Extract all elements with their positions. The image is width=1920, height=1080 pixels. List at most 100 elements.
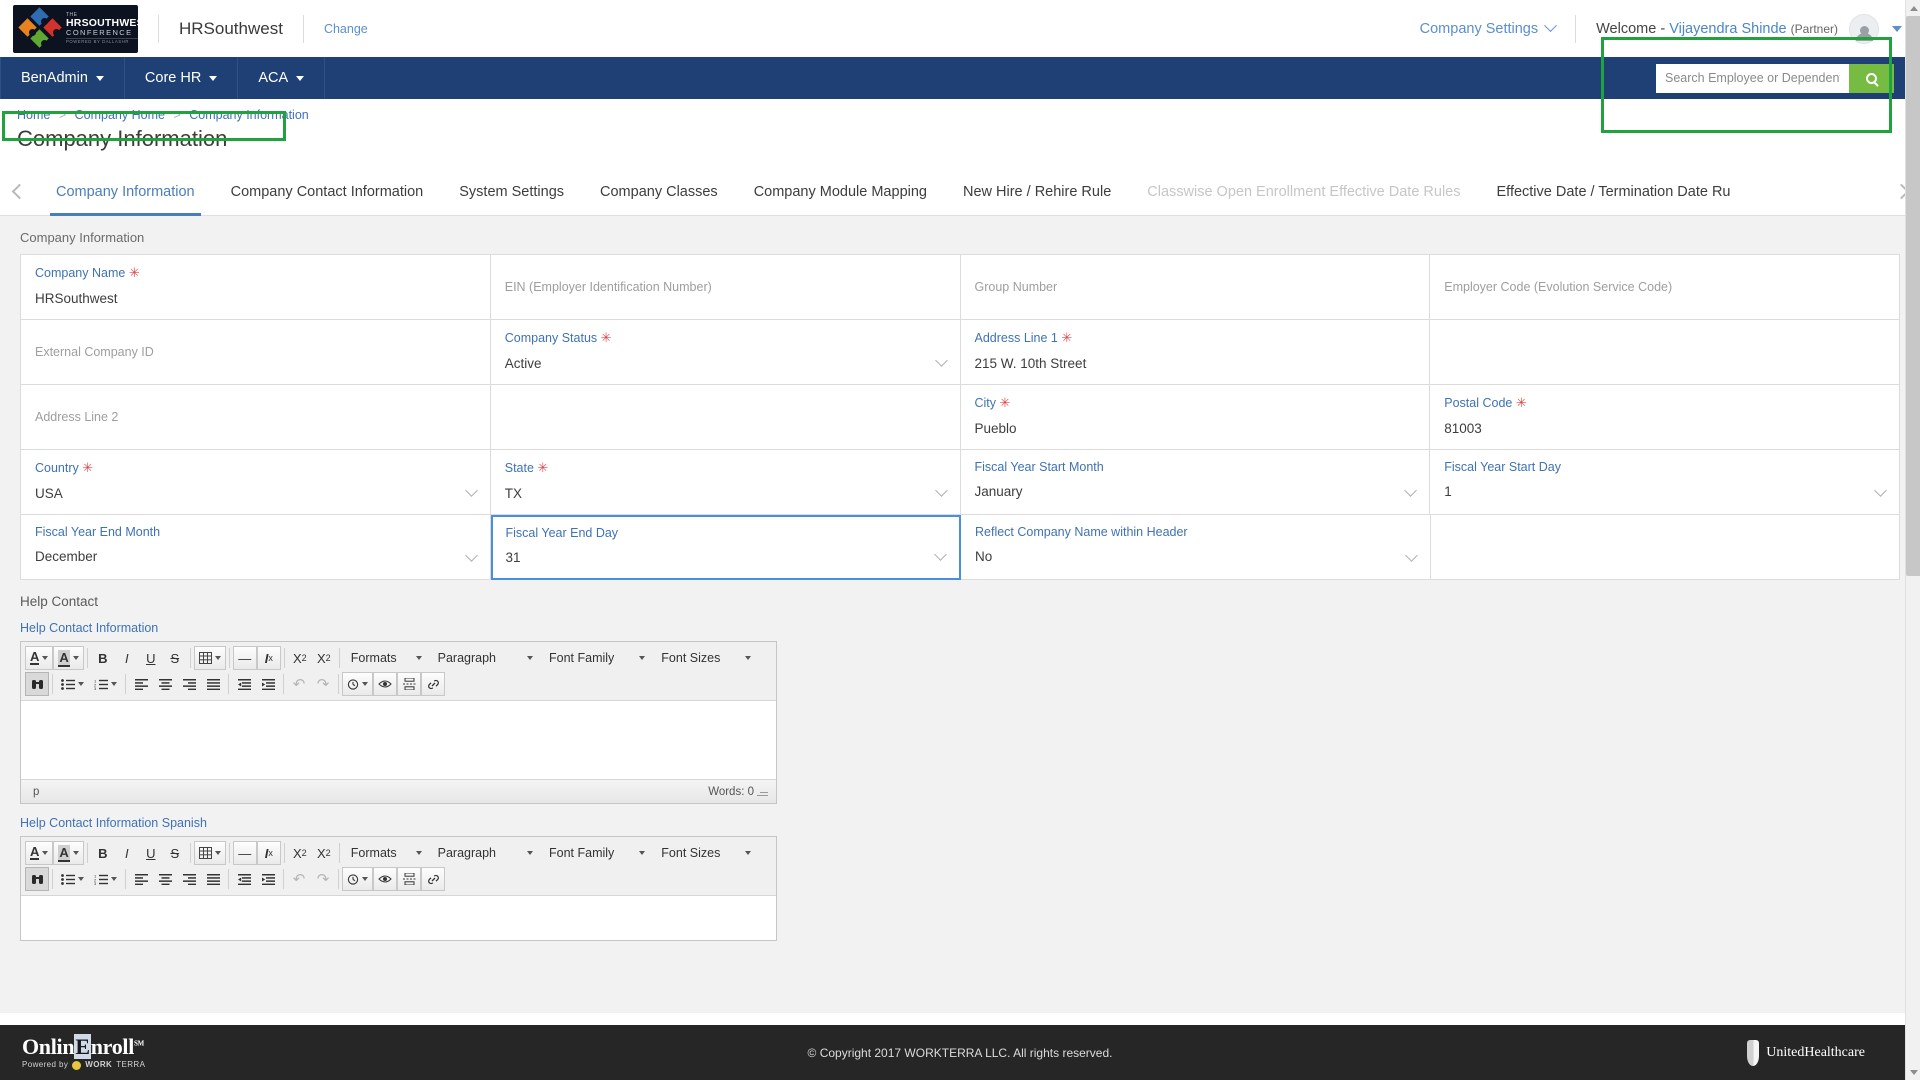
field-fiscal-year-start-day[interactable]: Fiscal Year Start Day 1 bbox=[1430, 450, 1899, 515]
indent-icon[interactable] bbox=[256, 867, 280, 891]
font-family-dropdown[interactable]: Font Family bbox=[541, 646, 653, 670]
field-company-name[interactable]: Company Name ✳ HRSouthwest bbox=[21, 255, 491, 320]
insert-datetime-icon[interactable] bbox=[342, 867, 373, 891]
breadcrumb-item-company-information[interactable]: Company Information bbox=[189, 108, 309, 122]
preview-icon[interactable] bbox=[373, 672, 397, 696]
search-input[interactable] bbox=[1656, 63, 1849, 93]
italic-icon[interactable]: I bbox=[115, 841, 139, 865]
scroll-down-arrow-icon[interactable] bbox=[1906, 1064, 1920, 1080]
field-external-company-id[interactable]: External Company ID bbox=[21, 320, 491, 385]
tab-company-information[interactable]: Company Information bbox=[38, 168, 213, 216]
breadcrumb-item-home[interactable]: Home bbox=[17, 108, 50, 122]
breadcrumb-item-company-home[interactable]: Company Home bbox=[75, 108, 165, 122]
tab-effective-date-termination-date-rule[interactable]: Effective Date / Termination Date Ru bbox=[1479, 168, 1749, 216]
scroll-up-arrow-icon[interactable] bbox=[1906, 0, 1920, 16]
field-ein[interactable]: EIN (Employer Identification Number) bbox=[490, 255, 961, 320]
field-fiscal-year-end-month[interactable]: Fiscal Year End Month December bbox=[21, 515, 491, 580]
nav-item-benadmin[interactable]: BenAdmin bbox=[0, 57, 125, 99]
bold-icon[interactable]: B bbox=[91, 646, 115, 670]
align-left-icon[interactable] bbox=[129, 672, 153, 696]
field-fiscal-year-end-day[interactable]: Fiscal Year End Day 31 bbox=[490, 515, 961, 580]
bullet-list-icon[interactable] bbox=[56, 672, 89, 696]
align-left-icon[interactable] bbox=[129, 867, 153, 891]
page-scrollbar[interactable] bbox=[1905, 0, 1920, 1080]
field-address-line-2[interactable]: Address Line 2 bbox=[21, 385, 491, 450]
align-center-icon[interactable] bbox=[153, 867, 177, 891]
scrollbar-thumb[interactable] bbox=[1906, 16, 1920, 576]
outdent-icon[interactable] bbox=[232, 867, 256, 891]
tab-company-classes[interactable]: Company Classes bbox=[582, 168, 736, 216]
italic-icon[interactable]: I bbox=[115, 646, 139, 670]
field-group-number[interactable]: Group Number bbox=[960, 255, 1431, 320]
paragraph-dropdown[interactable]: Paragraph bbox=[430, 646, 541, 670]
font-family-dropdown[interactable]: Font Family bbox=[541, 841, 653, 865]
clear-formatting-icon[interactable]: Ix bbox=[256, 646, 281, 670]
bullet-list-icon[interactable] bbox=[56, 867, 89, 891]
field-postal-code[interactable]: Postal Code ✳ 81003 bbox=[1430, 385, 1899, 450]
align-justify-icon[interactable] bbox=[201, 672, 225, 696]
search-replace-icon[interactable] bbox=[25, 672, 49, 696]
font-sizes-dropdown[interactable]: Font Sizes bbox=[653, 841, 759, 865]
indent-icon[interactable] bbox=[256, 672, 280, 696]
horizontal-rule-icon[interactable]: — bbox=[232, 841, 257, 865]
avatar[interactable] bbox=[1849, 13, 1879, 44]
strikethrough-icon[interactable]: S bbox=[163, 646, 187, 670]
tab-system-settings[interactable]: System Settings bbox=[441, 168, 582, 216]
subscript-icon[interactable]: X2 bbox=[288, 841, 312, 865]
superscript-icon[interactable]: X2 bbox=[312, 646, 336, 670]
align-justify-icon[interactable] bbox=[201, 867, 225, 891]
numbered-list-icon[interactable]: 123 bbox=[89, 867, 122, 891]
background-color-icon[interactable]: A bbox=[53, 646, 84, 670]
resize-grip-icon[interactable] bbox=[759, 787, 768, 796]
tab-company-module-mapping[interactable]: Company Module Mapping bbox=[736, 168, 945, 216]
field-company-status[interactable]: Company Status ✳ Active bbox=[490, 320, 961, 385]
search-button[interactable] bbox=[1849, 63, 1894, 93]
numbered-list-icon[interactable]: 123 bbox=[89, 672, 122, 696]
link-icon[interactable] bbox=[421, 672, 445, 696]
field-country[interactable]: Country ✳ USA bbox=[21, 450, 491, 515]
page-break-icon[interactable] bbox=[397, 867, 421, 891]
field-fiscal-year-start-month[interactable]: Fiscal Year Start Month January bbox=[960, 450, 1431, 515]
help-contact-information-spanish-textarea[interactable] bbox=[21, 896, 776, 940]
field-employer-code[interactable]: Employer Code (Evolution Service Code) bbox=[1430, 255, 1899, 320]
tab-company-contact-information[interactable]: Company Contact Information bbox=[213, 168, 442, 216]
tab-new-hire-rehire-rule[interactable]: New Hire / Rehire Rule bbox=[945, 168, 1129, 216]
company-settings-menu[interactable]: Company Settings bbox=[1420, 19, 1557, 37]
field-reflect-company-name-within-header[interactable]: Reflect Company Name within Header No bbox=[961, 515, 1431, 580]
field-city[interactable]: City ✳ Pueblo bbox=[960, 385, 1431, 450]
preview-icon[interactable] bbox=[373, 867, 397, 891]
background-color-icon[interactable]: A bbox=[53, 841, 84, 865]
underline-icon[interactable]: U bbox=[139, 646, 163, 670]
outdent-icon[interactable] bbox=[232, 672, 256, 696]
text-color-icon[interactable]: A bbox=[25, 841, 54, 865]
bold-icon[interactable]: B bbox=[91, 841, 115, 865]
user-menu-caret-icon[interactable] bbox=[1892, 25, 1902, 32]
search-replace-icon[interactable] bbox=[25, 867, 49, 891]
link-icon[interactable] bbox=[421, 867, 445, 891]
insert-datetime-icon[interactable] bbox=[342, 672, 373, 696]
subscript-icon[interactable]: X2 bbox=[288, 646, 312, 670]
align-right-icon[interactable] bbox=[177, 867, 201, 891]
superscript-icon[interactable]: X2 bbox=[312, 841, 336, 865]
nav-item-aca[interactable]: ACA bbox=[238, 57, 326, 99]
font-sizes-dropdown[interactable]: Font Sizes bbox=[653, 646, 759, 670]
table-icon[interactable] bbox=[193, 646, 226, 670]
formats-dropdown[interactable]: Formats bbox=[343, 841, 430, 865]
underline-icon[interactable]: U bbox=[139, 841, 163, 865]
text-color-icon[interactable]: A bbox=[25, 646, 54, 670]
horizontal-rule-icon[interactable]: — bbox=[232, 646, 257, 670]
nav-item-corehr[interactable]: Core HR bbox=[125, 57, 239, 99]
clear-formatting-icon[interactable]: Ix bbox=[256, 841, 281, 865]
field-state[interactable]: State ✳ TX bbox=[490, 450, 961, 515]
user-name-link[interactable]: Vijayendra Shinde bbox=[1669, 21, 1786, 37]
table-icon[interactable] bbox=[193, 841, 226, 865]
change-company-link[interactable]: Change bbox=[324, 22, 368, 36]
page-break-icon[interactable] bbox=[397, 672, 421, 696]
paragraph-dropdown[interactable]: Paragraph bbox=[430, 841, 541, 865]
strikethrough-icon[interactable]: S bbox=[163, 841, 187, 865]
tabs-scroll-left-button[interactable] bbox=[0, 183, 38, 200]
field-address-line-1[interactable]: Address Line 1 ✳ 215 W. 10th Street bbox=[960, 320, 1431, 385]
formats-dropdown[interactable]: Formats bbox=[343, 646, 430, 670]
align-right-icon[interactable] bbox=[177, 672, 201, 696]
align-center-icon[interactable] bbox=[153, 672, 177, 696]
